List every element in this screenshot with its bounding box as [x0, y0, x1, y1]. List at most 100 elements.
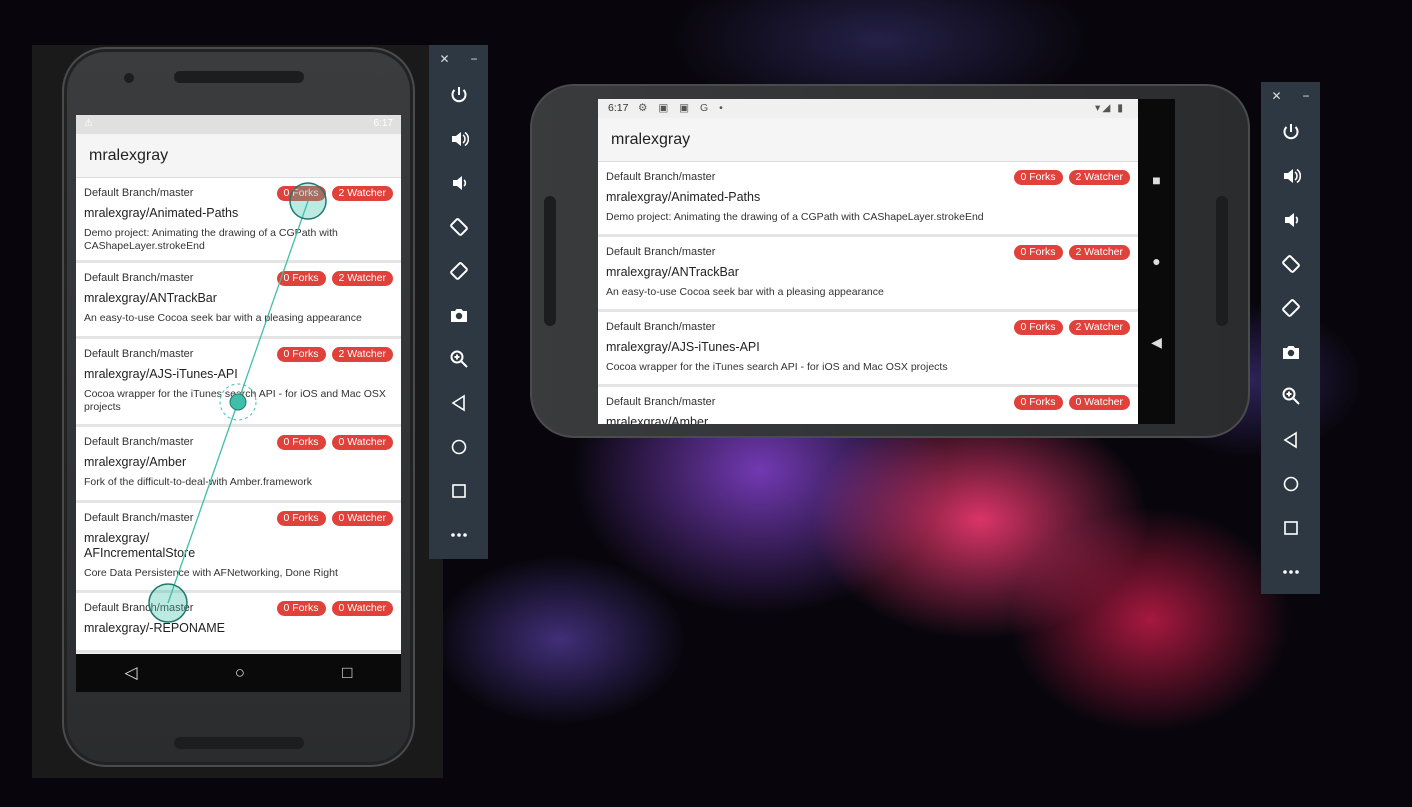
repo-description: Fork of the difficult-to-deal-with Amber… — [84, 476, 312, 488]
landscape-screen: 6:17 ⚙ ▣ ▣ G • ▾◢ ▮ mralexgray Default B… — [598, 99, 1175, 424]
volume-down-button[interactable] — [1261, 198, 1320, 242]
navigation-bar: ◁ ○ □ — [76, 654, 401, 692]
repo-description: Core Data Persistence with AFNetworking,… — [84, 567, 338, 579]
close-icon[interactable]: ✕ — [439, 52, 449, 66]
warning-icon: ⚠ — [84, 118, 93, 129]
app-title: mralexgray — [611, 130, 691, 148]
repo-description: An easy-to-use Cocoa seek bar with a ple… — [84, 312, 362, 324]
repo-name: mralexgray/Amber — [84, 455, 187, 469]
overview-button[interactable] — [429, 469, 488, 513]
volume-up-button[interactable] — [1261, 154, 1320, 198]
repo-description: Cocoa wrapper for the iTunes search API … — [84, 388, 386, 413]
camera-icon — [450, 309, 467, 322]
signal-battery-icons: ▾◢ ▮ — [1094, 102, 1125, 114]
rotate-right-button[interactable] — [429, 249, 488, 293]
volume-down-icon — [1284, 213, 1298, 227]
zoom-button[interactable] — [429, 337, 488, 381]
repo-name: mralexgray/Animated-Paths — [606, 190, 761, 204]
watcher-badge: 0 Watcher — [331, 511, 393, 526]
home-button[interactable] — [1261, 462, 1320, 506]
close-icon[interactable]: ✕ — [1271, 89, 1281, 103]
repo-list[interactable]: Default Branch/master 0 Forks 2 Watcher … — [76, 178, 401, 653]
rotate-left-icon — [1281, 255, 1300, 273]
watcher-badge: 0 Watcher — [331, 601, 393, 616]
list-item[interactable]: Default Branch/master 0 Forks 2 Watcher … — [76, 263, 401, 339]
back-button[interactable]: ◁ — [125, 663, 138, 683]
watcher-badge: 2 Watcher — [331, 347, 393, 362]
rotate-right-button[interactable] — [1261, 286, 1320, 330]
volume-down-icon — [452, 176, 466, 190]
repo-description: Demo project: Animating the drawing of a… — [84, 227, 338, 252]
more-button[interactable] — [429, 513, 488, 557]
volume-up-button[interactable] — [429, 117, 488, 161]
overview-icon — [1283, 521, 1298, 535]
more-button[interactable] — [1261, 550, 1320, 594]
forks-badge: 0 Forks — [276, 435, 326, 450]
volume-down-button[interactable] — [429, 161, 488, 205]
screenshot-button[interactable] — [429, 293, 488, 337]
forks-badge: 0 Forks — [276, 271, 326, 286]
recents-button[interactable]: ■ — [1152, 172, 1160, 188]
front-camera — [124, 73, 134, 83]
forks-badge: 0 Forks — [276, 186, 326, 201]
repo-name: mralexgray/ANTrackBar — [606, 265, 739, 279]
more-icon — [450, 533, 467, 537]
camera-icon — [1282, 346, 1299, 359]
zoom-icon — [450, 350, 468, 368]
power-button[interactable] — [1261, 110, 1320, 154]
list-item[interactable]: Default Branch/master 0 Forks 2 Watcher … — [598, 312, 1138, 387]
screenshot-button[interactable] — [1261, 330, 1320, 374]
emulator-toolbar-left: ✕ − — [429, 45, 488, 559]
home-button[interactable]: ● — [1152, 253, 1160, 269]
status-icons: ⚙ ▣ ▣ G • — [638, 102, 727, 114]
more-icon — [1282, 570, 1299, 574]
repo-name: mralexgray/-REPONAME — [84, 621, 225, 635]
minimize-icon[interactable]: − — [470, 52, 477, 66]
list-item[interactable]: Default Branch/master 0 Forks 0 Watcher … — [76, 427, 401, 503]
back-icon — [1283, 431, 1297, 449]
status-bar: ⚠ 6:17 — [76, 115, 401, 134]
bottom-speaker — [174, 737, 304, 749]
list-item[interactable]: Default Branch/master 0 Forks 0 Watcher … — [76, 593, 401, 653]
back-button[interactable] — [1261, 418, 1320, 462]
recents-button[interactable]: □ — [342, 663, 352, 683]
repo-description: Demo project: Animating the drawing of a… — [606, 211, 984, 223]
watcher-badge: 2 Watcher — [331, 186, 393, 201]
watcher-badge: 0 Watcher — [1068, 395, 1130, 410]
volume-up-icon — [1283, 168, 1301, 184]
rotate-left-button[interactable] — [1261, 242, 1320, 286]
overview-button[interactable] — [1261, 506, 1320, 550]
home-icon — [1283, 476, 1298, 492]
rotate-left-button[interactable] — [429, 205, 488, 249]
minimize-icon[interactable]: − — [1302, 89, 1309, 103]
repo-name: mralexgray/Animated-Paths — [84, 206, 239, 220]
forks-badge: 0 Forks — [1013, 320, 1063, 335]
list-item[interactable]: Default Branch/master 0 Forks 2 Watcher … — [76, 178, 401, 263]
forks-badge: 0 Forks — [276, 511, 326, 526]
list-item[interactable]: Default Branch/master 0 Forks 2 Watcher … — [598, 162, 1138, 237]
repo-list[interactable]: Default Branch/master 0 Forks 2 Watcher … — [598, 162, 1138, 424]
list-item[interactable]: Default Branch/master 0 Forks 2 Watcher … — [598, 237, 1138, 312]
emulator-toolbar-right: ✕ − — [1261, 82, 1320, 594]
list-item[interactable]: Default Branch/master 0 Forks 0 Watcher … — [76, 503, 401, 593]
status-time: 6:17 — [373, 118, 393, 129]
portrait-screen: ⚠ 6:17 mralexgray Default Branch/master … — [76, 115, 401, 692]
app-title: mralexgray — [89, 146, 169, 164]
list-item[interactable]: Default Branch/master 0 Forks 2 Watcher … — [76, 339, 401, 427]
repo-description: An easy-to-use Cocoa seek bar with a ple… — [606, 286, 884, 298]
status-bar: 6:17 ⚙ ▣ ▣ G • ▾◢ ▮ — [598, 99, 1175, 118]
navigation-bar: ■ ● ◀ — [1138, 99, 1175, 424]
forks-badge: 0 Forks — [1013, 170, 1063, 185]
status-time: 6:17 — [608, 102, 629, 114]
repo-name: mralexgray/ANTrackBar — [84, 291, 217, 305]
zoom-button[interactable] — [1261, 374, 1320, 418]
list-item[interactable]: Default Branch/master 0 Forks 0 Watcher … — [598, 387, 1138, 424]
home-button[interactable]: ○ — [235, 663, 245, 683]
home-button[interactable] — [429, 425, 488, 469]
back-button[interactable] — [429, 381, 488, 425]
power-button[interactable] — [429, 73, 488, 117]
watcher-badge: 2 Watcher — [1068, 320, 1130, 335]
repo-name: mralexgray/ AFIncrementalStore — [84, 531, 196, 560]
back-button[interactable]: ◀ — [1151, 334, 1162, 351]
repo-name: mralexgray/Amber — [606, 415, 709, 424]
